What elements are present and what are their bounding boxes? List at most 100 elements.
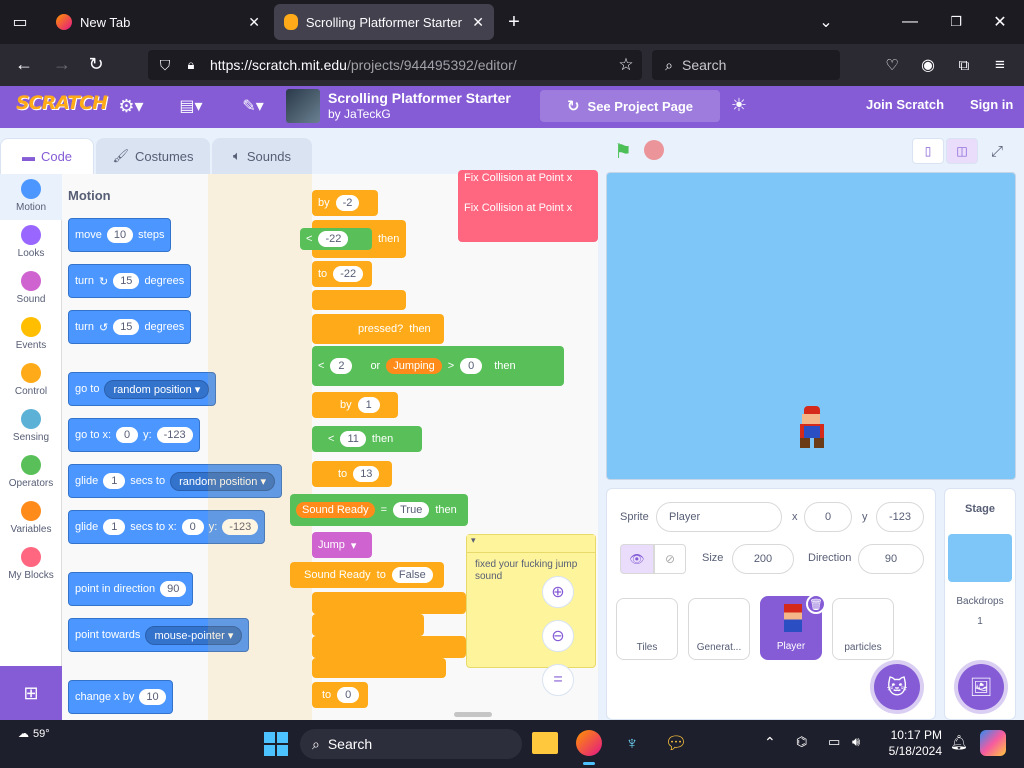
fullscreen-icon[interactable]: ⤢	[986, 140, 1008, 162]
mario-sprite[interactable]	[798, 406, 826, 450]
firefox-taskbar-icon[interactable]	[576, 730, 602, 756]
direction-input[interactable]: 90	[858, 544, 924, 574]
tab-code[interactable]: ▬ Code	[0, 138, 94, 174]
tab-sounds[interactable]: 🔈︎ Sounds	[212, 138, 312, 174]
minimize-icon[interactable]: —	[900, 12, 920, 32]
if-or-block[interactable]: <2 or Jumping >0 then	[312, 346, 564, 386]
horizontal-scrollbar[interactable]	[454, 712, 492, 717]
lock-icon[interactable]: 🔒︎	[182, 55, 200, 75]
new-tab-icon[interactable]: +	[504, 11, 524, 33]
category-events[interactable]: Events	[0, 312, 62, 358]
set-sound-ready-block[interactable]: Sound Ready to False	[290, 562, 444, 588]
weather-widget[interactable]: ☁ 59°	[18, 727, 50, 741]
url-bar[interactable]: https://scratch.mit.edu/projects/9444953…	[148, 50, 642, 80]
add-sprite-cat-icon[interactable]: 🐱︎	[874, 664, 920, 710]
bookmark-star-icon[interactable]: ☆	[616, 55, 636, 75]
show-sprite-eye-icon[interactable]: 👁︎	[620, 544, 654, 574]
green-flag-icon[interactable]: ⚑	[612, 140, 634, 163]
chat-app-icon[interactable]: 💬︎	[664, 730, 688, 756]
close-icon[interactable]: ✕	[472, 14, 484, 31]
move-steps-block[interactable]: move 10 steps	[68, 218, 172, 252]
tab-scratch[interactable]: Scrolling Platformer Starter on ✕	[274, 4, 494, 40]
category-my-blocks[interactable]: My Blocks	[0, 542, 62, 588]
point-direction-block[interactable]: point in direction 90	[68, 572, 194, 606]
comment-note[interactable]: ▾ fixed your fucking jump sound	[466, 534, 596, 668]
chevron-up-icon[interactable]: ⌃	[764, 734, 776, 751]
tab-costumes[interactable]: 🖌︎ Costumes	[96, 138, 210, 174]
sprite-thumb-particles[interactable]: particles	[832, 598, 894, 660]
search-bar[interactable]: Search	[652, 50, 840, 80]
hamburger-menu-icon[interactable]: ≡	[990, 55, 1010, 75]
category-motion[interactable]: Motion	[0, 174, 62, 220]
account-icon[interactable]: ◉	[918, 55, 938, 75]
notification-bell-icon[interactable]: 🔔︎	[950, 734, 968, 751]
extensions-icon[interactable]: ⧉	[954, 55, 974, 75]
taskbar-search[interactable]: ⌕ Search	[300, 729, 522, 759]
sprite-thumb-generator[interactable]: Generat...	[688, 598, 750, 660]
y-input[interactable]: -123	[876, 502, 924, 532]
settings-gear-icon[interactable]: ⚙▾	[116, 96, 146, 116]
set-to-block-2[interactable]: to 13	[312, 461, 392, 487]
category-looks[interactable]: Looks	[0, 220, 62, 266]
set-to-block-1[interactable]: to -22	[312, 261, 372, 287]
see-project-page-button[interactable]: ↻ See Project Page	[540, 90, 720, 122]
theme-toggle-icon[interactable]: ☀	[728, 94, 750, 116]
display-icon[interactable]: ▭	[828, 734, 840, 750]
sprite-name-input[interactable]: Player	[656, 502, 782, 532]
copilot-icon[interactable]	[980, 730, 1006, 756]
tab-new-tab[interactable]: New Tab ✕	[46, 4, 270, 40]
reload-icon[interactable]: ↻	[86, 54, 106, 74]
comment-text[interactable]: fixed your fucking jump sound	[467, 553, 595, 589]
add-extension-button[interactable]: ⊞	[0, 666, 62, 720]
add-backdrop-icon[interactable]: 🖼︎	[958, 664, 1004, 710]
if-sound-ready-block[interactable]: Sound Ready = True then	[290, 494, 468, 526]
go-to-xy-block[interactable]: go to x: 0 y: -123	[68, 418, 200, 452]
hide-sprite-eye-icon[interactable]: ⊘	[654, 544, 686, 574]
less-than-operator-1[interactable]: < -22	[300, 228, 372, 250]
category-sensing[interactable]: Sensing	[0, 404, 62, 450]
zoom-out-icon[interactable]: ⊖	[542, 620, 574, 652]
edit-menu-icon[interactable]: ✎▾	[238, 96, 268, 116]
category-operators[interactable]: Operators	[0, 450, 62, 496]
category-variables[interactable]: Variables	[0, 496, 62, 542]
chevron-down-icon[interactable]: ⌄	[816, 12, 836, 32]
zoom-reset-icon[interactable]: =	[542, 664, 574, 696]
zoom-in-icon[interactable]: ⊕	[542, 576, 574, 608]
shield-icon[interactable]: ⛉	[156, 55, 174, 75]
tab-list-icon[interactable]: ▭	[10, 12, 30, 32]
change-by-block-2[interactable]: by 1	[312, 392, 398, 418]
delete-sprite-icon[interactable]: 🗑︎	[806, 594, 826, 614]
go-to-block[interactable]: go to random position ▾	[68, 372, 217, 406]
stage-backdrop-thumbnail[interactable]	[948, 534, 1012, 582]
back-arrow-icon[interactable]: ←	[14, 54, 34, 74]
maximize-icon[interactable]: ❐	[946, 12, 966, 32]
pocket-icon[interactable]: ♡	[882, 55, 902, 75]
if-key-pressed-block[interactable]: pressed? then	[312, 314, 444, 344]
file-menu-icon[interactable]: ▤▾	[176, 96, 206, 116]
category-control[interactable]: Control	[0, 358, 62, 404]
close-icon[interactable]: ✕	[248, 14, 260, 31]
windows-start-icon[interactable]	[264, 732, 288, 756]
sprite-thumb-tiles[interactable]: Tiles	[616, 598, 678, 660]
scratch-logo[interactable]: SCRATCH	[16, 92, 108, 114]
change-by-block[interactable]: by -2	[312, 190, 378, 216]
volume-icon[interactable]: 🔊︎	[852, 734, 860, 750]
sign-in-link[interactable]: Sign in	[970, 97, 1013, 112]
stop-icon[interactable]	[644, 140, 664, 160]
join-scratch-link[interactable]: Join Scratch	[866, 97, 944, 112]
turn-right-block[interactable]: turn ↻ 15 degrees	[68, 264, 192, 298]
forward-arrow-icon[interactable]: →	[52, 54, 72, 74]
file-explorer-icon[interactable]	[532, 732, 558, 754]
small-stage-icon[interactable]: ▯	[912, 138, 944, 164]
change-x-block[interactable]: change x by 10	[68, 680, 173, 714]
x-input[interactable]: 0	[804, 502, 852, 532]
network-icon[interactable]: ⌬	[796, 734, 807, 750]
comment-collapse-icon[interactable]: ▾	[467, 535, 595, 553]
set-to-block-3[interactable]: to 0	[312, 682, 368, 708]
close-window-icon[interactable]: ✕	[990, 12, 1010, 32]
project-author[interactable]: by JaTeckG	[328, 107, 391, 121]
clock-date[interactable]: 5/18/2024	[884, 744, 942, 758]
clock-time[interactable]: 10:17 PM	[888, 728, 942, 742]
size-input[interactable]: 200	[732, 544, 794, 574]
play-sound-block[interactable]: Jump ▾	[312, 532, 372, 558]
